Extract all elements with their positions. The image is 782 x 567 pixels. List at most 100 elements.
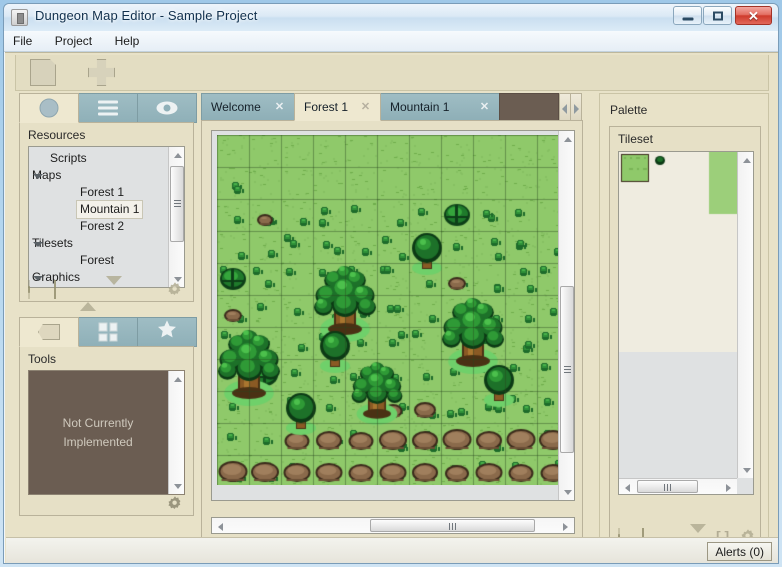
scrollbar-thumb[interactable]: [560, 286, 574, 453]
tools-footer: [20, 491, 193, 515]
tab-close-icon[interactable]: ✕: [478, 101, 491, 114]
tools-settings-button[interactable]: [167, 495, 183, 511]
tree-item-label: Scripts: [50, 151, 87, 165]
map-canvas[interactable]: [217, 135, 559, 485]
tab-project[interactable]: [19, 93, 79, 123]
minus-icon: [54, 280, 56, 299]
minimize-button[interactable]: [673, 6, 702, 25]
circle-icon: [39, 98, 59, 118]
minimize-icon: [682, 17, 693, 20]
close-button[interactable]: ✕: [735, 6, 772, 25]
tree-item-forest-2[interactable]: Forest 2: [29, 218, 167, 235]
app-icon: [11, 9, 28, 26]
tab-favorites[interactable]: [137, 317, 197, 347]
palette-panel: Tileset []: [609, 126, 761, 559]
maximize-button[interactable]: [703, 6, 732, 25]
tree-item-mountain-1[interactable]: Mountain 1: [29, 201, 167, 218]
tag-icon: [38, 324, 60, 340]
tree-item-tilesets[interactable]: Tilesets: [29, 235, 167, 252]
alerts-button[interactable]: Alerts (0): [707, 542, 772, 561]
tree-item-scripts[interactable]: Scripts: [29, 150, 167, 167]
tab-list[interactable]: [78, 93, 138, 123]
tree-item-maps[interactable]: Maps: [29, 167, 167, 184]
scroll-left-arrow[interactable]: [212, 518, 228, 534]
tileset-viewport[interactable]: [619, 152, 737, 478]
editor-tab-welcome[interactable]: Welcome ✕: [201, 93, 295, 121]
map-vertical-scrollbar[interactable]: [558, 131, 574, 500]
new-document-button[interactable]: [30, 59, 60, 87]
remove-resource-button[interactable]: [54, 280, 72, 299]
scroll-up-arrow[interactable]: [559, 131, 574, 147]
maximize-icon: [712, 11, 723, 20]
tools-message: Not Currently Implemented: [29, 414, 167, 452]
resource-settings-button[interactable]: [167, 281, 183, 297]
scroll-right-arrow[interactable]: [721, 479, 737, 494]
tileset-vertical-scrollbar[interactable]: [737, 152, 753, 478]
tab-close-icon[interactable]: ✕: [359, 101, 372, 114]
map-editor-panel: [201, 120, 583, 561]
close-icon: ✕: [748, 8, 759, 23]
chevron-down-icon: [106, 276, 122, 302]
scroll-right-arrow[interactable]: [558, 518, 574, 534]
map-horizontal-scrollbar[interactable]: [211, 517, 575, 534]
left-panel-tabstrip: [19, 93, 197, 123]
tab-nav-buttons: [559, 93, 583, 121]
menu-file[interactable]: File: [4, 31, 41, 52]
resources-scrollbar[interactable]: [168, 147, 184, 287]
scroll-up-arrow[interactable]: [738, 152, 753, 168]
scroll-left-arrow[interactable]: [619, 479, 635, 494]
tools-content-box: Not Currently Implemented: [28, 370, 185, 495]
palette-column: Palette Tileset []: [599, 93, 769, 561]
resources-footer: [20, 276, 193, 311]
menu-bar: File Project Help: [4, 31, 778, 52]
scroll-down-arrow[interactable]: [559, 484, 574, 500]
scroll-up-arrow[interactable]: [169, 147, 184, 163]
tab-label: Mountain 1: [390, 100, 450, 114]
scroll-up-arrow[interactable]: [169, 371, 185, 387]
tree-item-forest-1[interactable]: Forest 1: [29, 184, 167, 201]
chevron-up-icon: [80, 285, 96, 311]
scrollbar-thumb[interactable]: [170, 166, 184, 242]
palette-title: Palette: [610, 103, 648, 117]
tab-label: Forest 1: [304, 100, 349, 114]
tools-tabstrip: [19, 317, 197, 347]
resources-panel: Resources Scripts Maps Forest 1 Mountain 1F…: [19, 122, 194, 311]
tab-scroll-right-button[interactable]: [570, 93, 582, 121]
add-resource-button[interactable]: [28, 280, 46, 299]
editor-tab-forest-1[interactable]: Forest 1 ✕: [294, 93, 381, 121]
map-canvas-frame[interactable]: [211, 130, 575, 501]
tools-scrollbar[interactable]: [168, 371, 184, 494]
window-title: Dungeon Map Editor - Sample Project: [35, 8, 258, 23]
hscroll-track[interactable]: [212, 518, 574, 533]
scrollbar-thumb[interactable]: [370, 519, 535, 532]
chevron-down-icon[interactable]: [33, 242, 43, 247]
tileset-box[interactable]: [618, 151, 754, 495]
map-viewport[interactable]: [212, 131, 559, 485]
tileset-horizontal-scrollbar[interactable]: [619, 478, 737, 494]
chevron-down-icon[interactable]: [33, 174, 43, 179]
tree-item-forest[interactable]: Forest: [29, 252, 167, 269]
menu-help[interactable]: Help: [106, 31, 149, 52]
add-button[interactable]: [88, 59, 118, 87]
tab-view[interactable]: [137, 93, 197, 123]
tab-label: Welcome: [211, 100, 261, 114]
tabbar-empty-area: [499, 93, 559, 121]
menu-project[interactable]: Project: [46, 31, 101, 52]
tab-tiles[interactable]: [78, 317, 138, 347]
tileset-canvas[interactable]: [619, 152, 737, 352]
plus-cross-icon: [88, 59, 115, 86]
move-down-button[interactable]: [106, 276, 124, 302]
tab-close-icon[interactable]: ✕: [273, 101, 286, 114]
window-frame: Dungeon Map Editor - Sample Project ✕ Fi…: [3, 3, 779, 564]
tree-item-label: Forest 2: [80, 219, 125, 233]
client-area: Resources Scripts Maps Forest 1 Mountain 1F…: [5, 52, 778, 563]
grid-icon: [98, 322, 118, 342]
editor-tab-mountain-1[interactable]: Mountain 1 ✕: [380, 93, 500, 121]
move-up-button[interactable]: [80, 285, 98, 311]
title-bar[interactable]: Dungeon Map Editor - Sample Project ✕: [4, 4, 778, 31]
scrollbar-thumb[interactable]: [637, 480, 698, 493]
resources-tree-box[interactable]: Scripts Maps Forest 1 Mountain 1 Forest 2 Til…: [28, 146, 185, 288]
tab-tools[interactable]: [19, 317, 79, 347]
scroll-down-arrow[interactable]: [738, 462, 753, 478]
resources-tree[interactable]: Scripts Maps Forest 1 Mountain 1 Forest 2 Til…: [29, 147, 167, 287]
